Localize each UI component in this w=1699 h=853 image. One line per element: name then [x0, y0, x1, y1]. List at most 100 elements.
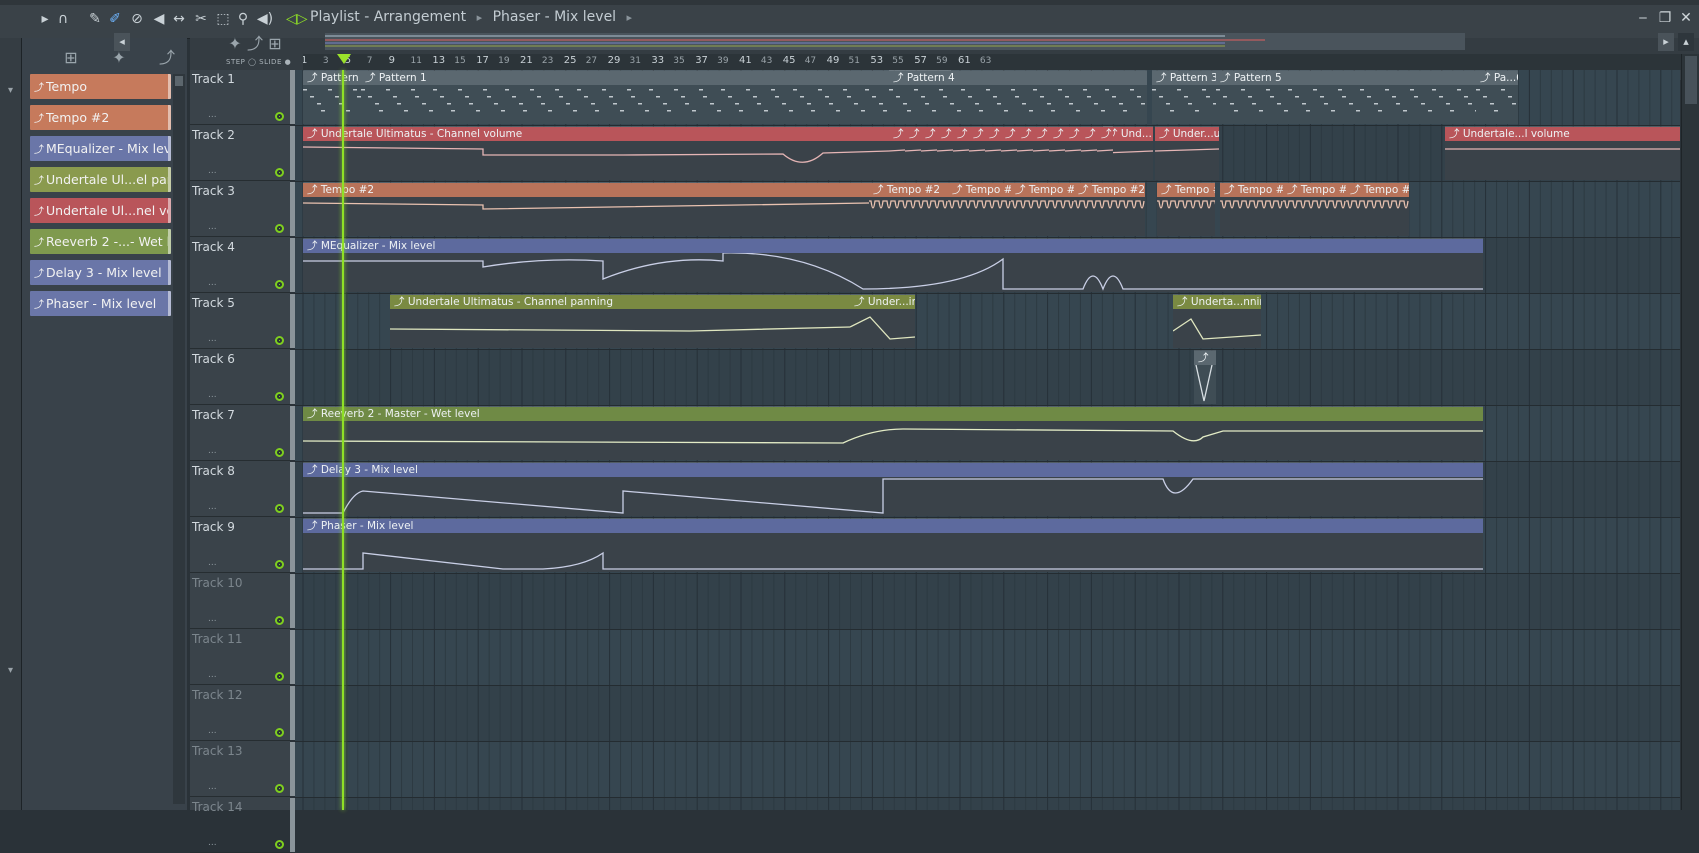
track-header[interactable]: Track 14...	[190, 798, 295, 853]
automation-clip[interactable]: ⤴	[937, 126, 953, 180]
track-mute-led[interactable]	[275, 168, 284, 177]
playlist-icon[interactable]: ◁▷	[286, 10, 308, 28]
scroll-thumb[interactable]	[1685, 56, 1697, 104]
pattern-clip[interactable]: ⤴ Pattern 2	[303, 70, 361, 124]
browser-collapsed-strip[interactable]: ▾ ▾	[0, 38, 22, 810]
automation-clip[interactable]: ⤴ Phaser - Mix level	[303, 518, 1483, 572]
playlist-grid[interactable]: ⤴ Pattern 2⤴ Pattern 1⤴ Pattern 4⤴ Patte…	[295, 70, 1680, 810]
track-header[interactable]: Track 9...	[190, 518, 295, 573]
track-name[interactable]: Track 14	[192, 800, 242, 814]
track-name[interactable]: Track 11	[192, 632, 242, 646]
automation-clip[interactable]: ⤴	[1049, 126, 1065, 180]
track-grip-icon[interactable]: ...	[208, 390, 217, 400]
magnet-icon[interactable]: ∩	[54, 10, 72, 28]
automation-clip[interactable]: ⤴ MEqualizer - Mix level	[303, 238, 1483, 292]
pattern-picker-icon[interactable]: ⊞	[60, 48, 82, 68]
automation-clip[interactable]: ⤴	[889, 126, 905, 180]
brush-icon[interactable]: ✐	[106, 10, 124, 28]
pattern-clip[interactable]: ⤴ Pattern 4	[889, 70, 1147, 124]
automation-clip[interactable]: ⤴ Tempo #2	[1220, 182, 1283, 236]
automation-clip[interactable]: ⤴	[1017, 126, 1033, 180]
track-name[interactable]: Track 3	[192, 184, 235, 198]
track-header[interactable]: Track 6...	[190, 350, 295, 405]
automation-clip[interactable]: ⤴ Undertale...l volume	[1445, 126, 1680, 180]
automation-clip[interactable]: ⤴	[1097, 126, 1113, 180]
track-name[interactable]: Track 9	[192, 520, 235, 534]
zoom-right-button[interactable]: ▴	[1678, 33, 1694, 51]
track-name[interactable]: Track 2	[192, 128, 235, 142]
track-grip-icon[interactable]: ...	[208, 558, 217, 568]
track-mute-led[interactable]	[275, 112, 284, 121]
automation-clip[interactable]: ⤴	[985, 126, 1001, 180]
picker-scrollbar[interactable]	[173, 74, 185, 804]
automation-clip[interactable]: ⤴ Tempo #2	[1346, 182, 1409, 236]
playhead-marker[interactable]	[337, 54, 351, 64]
picker-clip-item[interactable]: ⤴ Tempo #2	[30, 105, 171, 130]
automation-clip[interactable]: ⤴ Tempo #2	[1074, 182, 1145, 236]
automation-clip[interactable]: ⤴ Under...ing	[850, 294, 915, 348]
automation-clip[interactable]: ⤴ Under...ume	[1155, 126, 1219, 180]
scroll-right-button[interactable]: ▸	[1658, 33, 1674, 51]
track-header[interactable]: Track 4...	[190, 238, 295, 293]
track-mute-led[interactable]	[275, 448, 284, 457]
pattern-clip[interactable]: ⤴ Pattern 5	[1216, 70, 1476, 124]
automation-clip[interactable]: ⤴	[905, 126, 921, 180]
automation-picker-icon[interactable]: ⤴	[156, 48, 178, 68]
pencil-icon[interactable]: ✎	[86, 10, 104, 28]
track-grip-icon[interactable]: ...	[208, 614, 217, 624]
track-grip-icon[interactable]: ...	[208, 110, 217, 120]
track-name[interactable]: Track 10	[192, 576, 242, 590]
picker-clip-item[interactable]: ⤴Reeverb 2 -...- Wet level	[30, 229, 171, 254]
track-grip-icon[interactable]: ...	[208, 334, 217, 344]
track-mute-led[interactable]	[275, 336, 284, 345]
track-grip-icon[interactable]: ...	[208, 838, 217, 848]
picker-clip-item[interactable]: ⤴ Delay 3 - Mix level	[30, 260, 171, 285]
track-name[interactable]: Track 6	[192, 352, 235, 366]
track-grip-icon[interactable]: ...	[208, 782, 217, 792]
timeline-ruler[interactable]: 1 5 9 13 17 21 25 29 33 37 41 45 49 53 57 61 3 7 11 15 19 23 2…	[303, 54, 1681, 70]
close-button[interactable]: ✕	[1677, 9, 1695, 27]
scroll-thumb[interactable]	[175, 76, 183, 86]
track-header[interactable]: Track 11...	[190, 630, 295, 685]
restore-button[interactable]: ❐	[1656, 9, 1674, 27]
vertical-scrollbar[interactable]	[1681, 54, 1699, 810]
zoom-icon[interactable]: ⚲	[234, 10, 252, 28]
pattern-clip[interactable]: ⤴ Pattern 3	[1152, 70, 1216, 124]
slice-icon[interactable]: ✂	[192, 10, 210, 28]
track-name[interactable]: Track 4	[192, 240, 235, 254]
automation-clip[interactable]: ⤴ Tempo #2	[1157, 182, 1215, 236]
track-header[interactable]: Track 10...	[190, 574, 295, 629]
playback-icon[interactable]: ◀)	[256, 10, 274, 28]
minimize-button[interactable]: ‒	[1634, 9, 1652, 27]
track-name[interactable]: Track 13	[192, 744, 242, 758]
track-grip-icon[interactable]: ...	[208, 278, 217, 288]
automation-clip[interactable]: ⤴	[1081, 126, 1097, 180]
picker-clip-item[interactable]: ⤴Undertale Ul...el panning	[30, 167, 171, 192]
arrangement-overview[interactable]	[325, 33, 1465, 50]
track-grip-icon[interactable]: ...	[208, 166, 217, 176]
track-grip-icon[interactable]: ...	[208, 446, 217, 456]
audio-picker-icon[interactable]: ✦	[108, 48, 130, 68]
track-header[interactable]: Track 12...	[190, 686, 295, 741]
track-mute-led[interactable]	[275, 224, 284, 233]
slip-icon[interactable]: ↔	[170, 10, 188, 28]
track-header[interactable]: Track 3...	[190, 182, 295, 237]
audio-mode-icon[interactable]: ⊞	[264, 34, 286, 54]
track-name[interactable]: Track 8	[192, 464, 235, 478]
automation-clip[interactable]: ⤴	[1001, 126, 1017, 180]
pattern-clip[interactable]: ⤴ Pattern 1	[361, 70, 951, 124]
track-mute-led[interactable]	[275, 392, 284, 401]
track-grip-icon[interactable]: ...	[208, 222, 217, 232]
automation-clip[interactable]: ⤴ Underta...nning	[1173, 294, 1261, 348]
automation-clip[interactable]: ⤴ Undertale Ultimatus - Channel panning	[390, 294, 850, 348]
play-arrow-icon[interactable]: ▸	[36, 10, 54, 28]
track-header[interactable]: Track 2...	[190, 126, 295, 181]
automation-clip[interactable]: ⤴ Tempo #2	[1283, 182, 1346, 236]
track-mute-led[interactable]	[275, 616, 284, 625]
track-mute-led[interactable]	[275, 840, 284, 849]
automation-clip[interactable]: ⤴ Tempo #2	[869, 182, 948, 236]
scroll-left-button[interactable]: ◂	[114, 33, 130, 51]
automation-clip[interactable]: ⤴	[1065, 126, 1081, 180]
automation-clip[interactable]: ⤴	[969, 126, 985, 180]
track-header[interactable]: Track 7...	[190, 406, 295, 461]
